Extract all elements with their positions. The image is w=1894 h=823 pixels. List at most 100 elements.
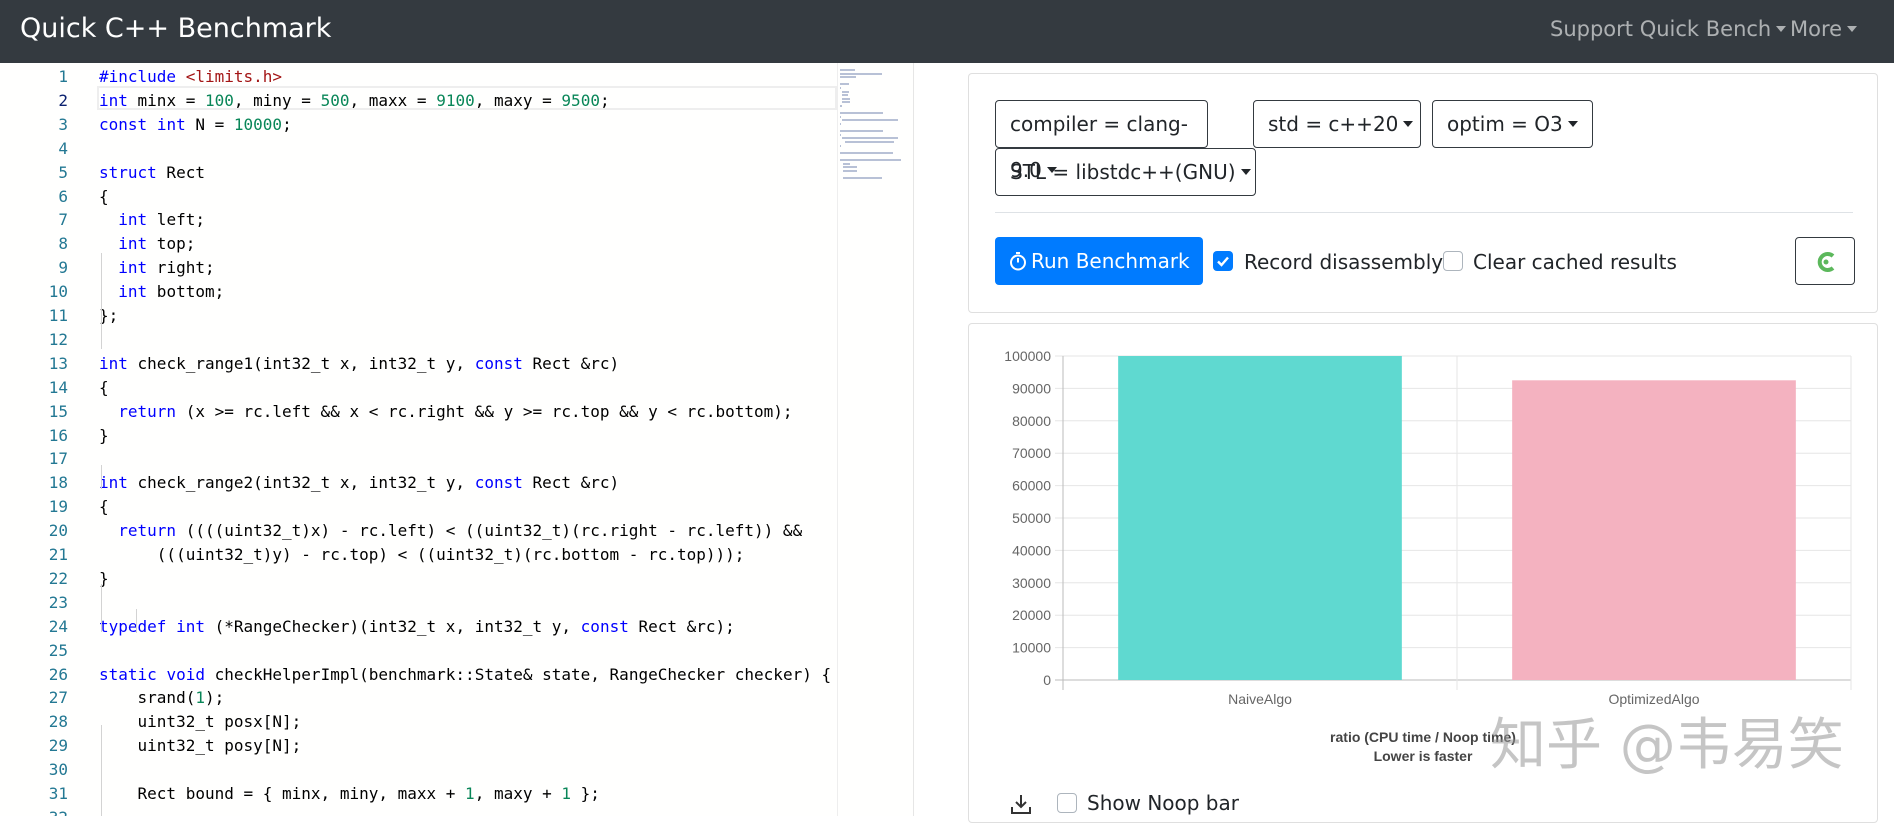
- code-line[interactable]: typedef int (*RangeChecker)(int32_t x, i…: [99, 615, 735, 639]
- y-tick-label: 50000: [1012, 510, 1051, 526]
- code-line[interactable]: uint32_t posx[N];: [99, 710, 302, 734]
- minimap-line: [840, 76, 856, 79]
- line-number: 9: [58, 258, 68, 278]
- minimap-line: [840, 151, 893, 154]
- line-number: 26: [48, 664, 68, 684]
- line-number: 31: [48, 784, 68, 803]
- minimap-line: [840, 144, 841, 147]
- bar-naivealgo[interactable]: [1118, 356, 1402, 680]
- minimap-line: [840, 72, 883, 75]
- line-number: 19: [48, 497, 68, 517]
- support-menu[interactable]: Support Quick Bench: [1550, 17, 1787, 41]
- code-line[interactable]: #include <limits.h>: [99, 65, 282, 89]
- code-line[interactable]: (((uint32_t)y) - rc.top) < ((uint32_t)(r…: [99, 543, 745, 567]
- minimap-line: [843, 166, 857, 169]
- code-line[interactable]: return (x >= rc.left && x < rc.right && …: [99, 400, 792, 424]
- line-number: 29: [48, 736, 68, 756]
- code-line[interactable]: return ((((uint32_t)x) - rc.left) < ((ui…: [99, 519, 802, 543]
- line-number: 13: [48, 353, 68, 373]
- code-editor[interactable]: 1 2 3 4 5 6 7 8 9 10 11 12 13 14 15 16 17 18 19 20 21 22 23 24 2…: [0, 63, 915, 816]
- chevron-down-icon: [1403, 121, 1414, 127]
- line-number: 24: [48, 616, 68, 636]
- line-number: 25: [48, 640, 68, 660]
- code-minimap[interactable]: [837, 63, 915, 816]
- line-number: 32: [0, 806, 68, 816]
- code-line[interactable]: {: [99, 495, 109, 519]
- line-number: 10: [48, 282, 68, 302]
- code-line[interactable]: static void checkHelperImpl(benchmark::S…: [99, 663, 831, 687]
- optim-dropdown[interactable]: optim = O3: [1432, 100, 1593, 148]
- support-menu-label: Support Quick Bench: [1550, 17, 1772, 41]
- line-number: 7: [58, 210, 68, 230]
- line-number: 28: [48, 712, 68, 732]
- code-line[interactable]: int right;: [99, 256, 214, 280]
- line-number: 3: [58, 114, 68, 134]
- show-noop-label[interactable]: Show Noop bar: [1087, 791, 1239, 815]
- line-number: 27: [48, 688, 68, 708]
- more-menu-label: More: [1790, 17, 1843, 41]
- minimap-line: [843, 162, 851, 165]
- minimap-line: [840, 83, 849, 86]
- std-value: std = c++20: [1268, 112, 1399, 136]
- show-noop-checkbox[interactable]: [1057, 793, 1077, 813]
- chart-y-ticks: 0 10000 20000 30000 40000 50000 60000 70000 8000…: [1004, 348, 1051, 688]
- indent-guide: [101, 725, 102, 816]
- editor-scrollbar[interactable]: [913, 63, 914, 816]
- std-dropdown[interactable]: std = c++20: [1253, 100, 1421, 148]
- code-line[interactable]: const int N = 10000;: [99, 113, 292, 137]
- code-line[interactable]: int bottom;: [99, 280, 224, 304]
- record-disassembly-checkbox[interactable]: [1213, 251, 1233, 271]
- line-number: 14: [48, 377, 68, 397]
- minimap-line: [843, 177, 882, 179]
- y-tick-label: 10000: [1012, 640, 1051, 656]
- more-menu[interactable]: More: [1790, 17, 1858, 41]
- watermark: 知乎 @韦易笑: [1490, 713, 1844, 778]
- minimap-line: [840, 133, 841, 136]
- line-number-gutter: 1 2 3 4 5 6 7 8 9 10 11 12 13 14 15 16 17 18 19 20 21 22 23 24 2…: [0, 63, 80, 816]
- chevron-down-icon: [1240, 169, 1251, 175]
- minimap-line: [841, 90, 849, 93]
- stl-value: STL = libstdc++(GNU): [1010, 160, 1236, 184]
- minimap-line: [840, 159, 901, 161]
- code-line[interactable]: {: [99, 376, 109, 400]
- code-line[interactable]: {: [99, 185, 109, 209]
- code-line[interactable]: int left;: [99, 208, 205, 232]
- record-disassembly-label[interactable]: Record disassembly: [1244, 250, 1443, 274]
- chart-xlabel-line2: Lower is faster: [1374, 748, 1473, 764]
- minimap-line: [841, 119, 898, 122]
- y-tick-label: 100000: [1004, 348, 1051, 364]
- code-line[interactable]: srand(1);: [99, 686, 225, 710]
- code-line[interactable]: Rect bound = { minx, miny, maxx + 1, max…: [99, 782, 600, 806]
- minimap-line: [840, 87, 841, 89]
- app-brand[interactable]: Quick C++ Benchmark: [20, 13, 331, 44]
- code-line[interactable]: int minx = 100, miny = 500, maxx = 9100,…: [99, 89, 610, 113]
- code-line[interactable]: int top;: [99, 232, 195, 256]
- line-number: 23: [48, 592, 68, 612]
- line-number: 6: [58, 186, 68, 206]
- clear-cache-checkbox[interactable]: [1443, 251, 1463, 271]
- code-line[interactable]: struct Rect: [99, 161, 205, 185]
- code-line[interactable]: int check_range1(int32_t x, int32_t y, c…: [99, 352, 619, 376]
- stl-dropdown[interactable]: STL = libstdc++(GNU): [995, 148, 1256, 196]
- y-tick-label: 60000: [1012, 478, 1051, 494]
- line-number: 16: [48, 425, 68, 445]
- minimap-line: [841, 137, 899, 140]
- optim-value: optim = O3: [1447, 112, 1563, 136]
- line-number: 21: [48, 545, 68, 564]
- indent-guide: [101, 465, 102, 489]
- line-number: 20: [48, 521, 68, 541]
- minimap-line: [840, 69, 856, 71]
- code-line[interactable]: }: [99, 424, 109, 448]
- code-line[interactable]: int check_range2(int32_t x, int32_t y, c…: [99, 471, 619, 495]
- cpp-insights-button[interactable]: [1795, 237, 1855, 285]
- run-benchmark-button[interactable]: Run Benchmark: [995, 237, 1203, 285]
- bar-optimizedalgo[interactable]: [1512, 380, 1796, 680]
- compiler-dropdown[interactable]: compiler = clang-9.0: [995, 100, 1208, 182]
- indent-guide: [101, 584, 102, 632]
- run-benchmark-label: Run Benchmark: [1031, 249, 1190, 273]
- x-category-label: NaiveAlgo: [1228, 691, 1292, 707]
- clear-cache-label[interactable]: Clear cached results: [1473, 250, 1677, 274]
- minimap-line: [844, 141, 894, 143]
- code-line[interactable]: uint32_t posy[N];: [99, 734, 302, 758]
- download-icon[interactable]: [1010, 793, 1032, 815]
